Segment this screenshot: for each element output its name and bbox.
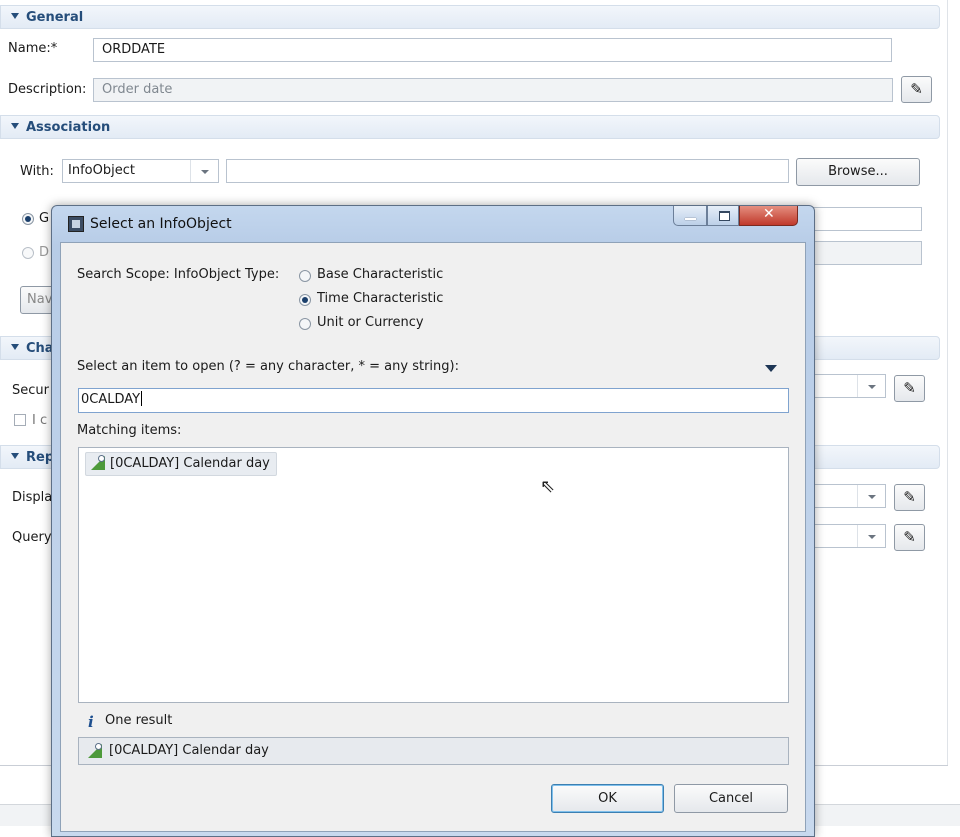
edit-security-button[interactable]: ✎ [894, 375, 925, 402]
security-label: Secur [12, 383, 49, 398]
list-item[interactable]: [0CALDAY] Calendar day [85, 452, 277, 476]
radio-unit-or-currency-label: Unit or Currency [317, 315, 424, 330]
edit-query-button[interactable]: ✎ [894, 524, 925, 551]
info-icon: i [88, 713, 94, 731]
text-caret [141, 391, 143, 406]
description-label: Description: [8, 82, 87, 97]
radio-dependent-label: D [39, 245, 50, 260]
browse-button[interactable]: Browse... [796, 158, 920, 186]
close-button[interactable]: ✕ [739, 206, 798, 226]
pattern-input-value: 0CALDAY [81, 392, 141, 407]
section-general[interactable]: General [0, 5, 940, 29]
close-icon: ✕ [763, 206, 775, 222]
radio-global-label: G [39, 211, 50, 226]
minimize-button[interactable] [673, 206, 707, 226]
select-infoobject-dialog: Select an InfoObject ✕ Search Scope: Inf… [51, 205, 815, 837]
cancel-button[interactable]: Cancel [674, 784, 788, 813]
pencil-icon: ✎ [903, 488, 916, 506]
chevron-down-icon[interactable] [857, 485, 885, 507]
view-menu-icon[interactable] [765, 365, 777, 372]
radio-time-characteristic-label: Time Characteristic [317, 291, 444, 306]
association-target-field[interactable] [226, 159, 789, 183]
search-scope-label: Search Scope: InfoObject Type: [77, 267, 280, 282]
pattern-label: Select an item to open (? = any characte… [77, 359, 459, 374]
list-item-label: [0CALDAY] Calendar day [110, 456, 270, 471]
display-label: Displa [12, 490, 53, 505]
characteristic-badge-icon [98, 455, 105, 462]
chevron-down-icon[interactable] [857, 525, 885, 547]
chevron-down-icon[interactable] [857, 375, 885, 397]
section-general-title: General [26, 10, 84, 25]
radio-global[interactable] [22, 213, 34, 225]
description-field[interactable]: Order date [93, 78, 893, 102]
matching-items-label: Matching items: [77, 423, 182, 438]
query-label: Query [12, 530, 52, 545]
section-characteristics-title: Cha [26, 341, 54, 356]
pencil-icon: ✎ [903, 379, 916, 397]
name-label: Name:* [8, 41, 58, 56]
pencil-icon: ✎ [910, 80, 923, 98]
matching-items-list[interactable]: [0CALDAY] Calendar day ⇖ [78, 447, 789, 703]
divider [947, 0, 948, 765]
radio-base-characteristic[interactable] [299, 270, 311, 282]
checkbox-label: I c [32, 413, 48, 428]
ok-button[interactable]: OK [551, 784, 664, 813]
dialog-title: Select an InfoObject [90, 216, 232, 232]
collapse-triangle-icon [11, 123, 19, 129]
minimize-icon [685, 218, 696, 220]
with-combo-value: InfoObject [68, 163, 135, 178]
with-label: With: [20, 164, 54, 179]
name-field[interactable]: ORDDATE [93, 38, 892, 62]
collapse-triangle-icon [11, 453, 19, 459]
selected-item-label: [0CALDAY] Calendar day [109, 743, 269, 758]
maximize-icon [719, 211, 730, 221]
section-reporting-title: Rep [26, 450, 55, 465]
maximize-button[interactable] [707, 206, 739, 226]
pattern-input[interactable]: 0CALDAY [78, 388, 789, 413]
app-icon [68, 216, 84, 232]
collapse-triangle-icon [11, 344, 19, 350]
association-field-2[interactable] [800, 207, 922, 231]
section-association[interactable]: Association [0, 115, 940, 139]
section-association-title: Association [26, 120, 111, 135]
mouse-cursor-icon: ⇖ [540, 476, 556, 497]
chevron-down-icon[interactable] [190, 160, 218, 182]
association-field-3[interactable] [800, 241, 922, 265]
checkbox[interactable] [14, 414, 26, 426]
radio-base-characteristic-label: Base Characteristic [317, 267, 444, 282]
radio-dependent[interactable] [22, 247, 34, 259]
radio-unit-or-currency[interactable] [299, 318, 311, 330]
pencil-icon: ✎ [903, 528, 916, 546]
edit-description-button[interactable]: ✎ [901, 76, 932, 103]
radio-time-characteristic[interactable] [299, 294, 311, 306]
collapse-triangle-icon [11, 13, 19, 19]
edit-display-button[interactable]: ✎ [894, 484, 925, 511]
selected-item-field: [0CALDAY] Calendar day [78, 737, 789, 765]
characteristic-badge-icon [95, 743, 102, 750]
with-combo[interactable]: InfoObject [62, 159, 219, 183]
status-text: One result [105, 713, 173, 728]
dialog-body: Search Scope: InfoObject Type: Base Char… [60, 242, 806, 832]
